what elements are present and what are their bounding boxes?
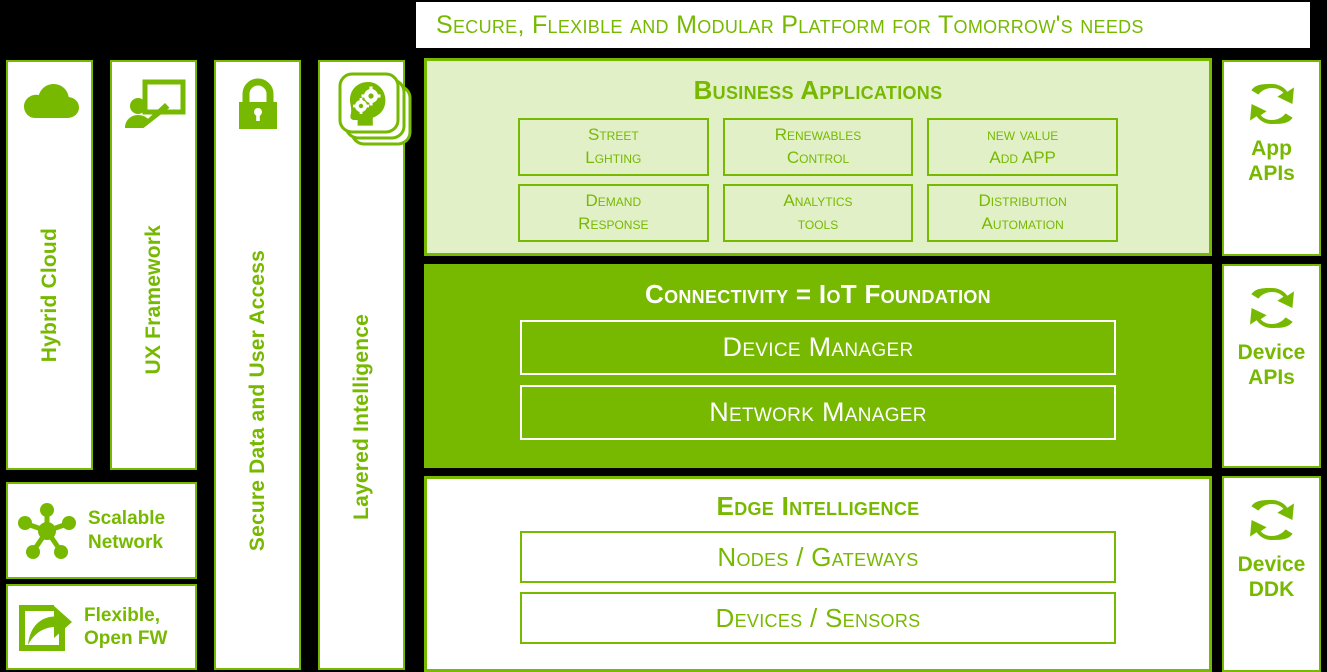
column-label-wrap: UX Framework xyxy=(112,132,195,468)
column-label-hybrid-cloud: Hybrid Cloud xyxy=(37,227,61,363)
business-application-tile-grid: Street Lghting Renewables Control new va… xyxy=(518,118,1118,242)
panel-label-device-apis: Device APIs xyxy=(1237,341,1306,389)
tile-devices-sensors[interactable]: Devices / Sensors xyxy=(520,592,1116,644)
app-tile-renewables-control[interactable]: Renewables Control xyxy=(722,118,914,176)
column-label-wrap: Hybrid Cloud xyxy=(8,122,91,468)
panel-device-ddk[interactable]: Device DDK xyxy=(1222,476,1321,672)
export-arrow-icon xyxy=(14,598,76,656)
sync-arrows-icon xyxy=(1242,78,1302,130)
panel-device-apis[interactable]: Device APIs xyxy=(1222,264,1321,468)
presentation-person-icon xyxy=(121,76,187,132)
column-label-secure-data: Secure Data and User Access xyxy=(245,250,269,552)
panel-label-device-ddk: Device DDK xyxy=(1237,553,1306,601)
page-title-bar: Secure, Flexible and Modular Platform fo… xyxy=(414,0,1312,50)
app-tile-street-lighting[interactable]: Street Lghting xyxy=(518,118,709,176)
padlock-icon xyxy=(233,76,283,134)
page-title: Secure, Flexible and Modular Platform fo… xyxy=(436,10,1144,39)
section-connectivity: Connectivity = IoT Foundation Device Man… xyxy=(424,264,1212,468)
column-hybrid-cloud[interactable]: Hybrid Cloud xyxy=(6,60,93,470)
sync-arrows-icon xyxy=(1242,494,1302,546)
card-label-flexible-open-fw: Flexible, Open FW xyxy=(84,604,168,649)
tile-nodes-gateways[interactable]: Nodes / Gateways xyxy=(520,531,1116,583)
heading-edge-intelligence: Edge Intelligence xyxy=(716,491,920,521)
column-label-wrap: Secure Data and User Access xyxy=(216,134,299,668)
heading-connectivity: Connectivity = IoT Foundation xyxy=(645,279,991,309)
card-scalable-network[interactable]: Scalable Network xyxy=(6,482,197,579)
column-label-layered-intelligence: Layered Intelligence xyxy=(349,314,373,520)
column-label-wrap: Layered Intelligence xyxy=(320,172,403,662)
panel-label-app-apis: App APIs xyxy=(1248,137,1295,185)
network-hub-icon xyxy=(14,498,80,564)
panel-app-apis[interactable]: App APIs xyxy=(1222,60,1321,256)
sync-arrows-icon xyxy=(1242,282,1302,334)
app-tile-demand-response[interactable]: Demand Response xyxy=(518,184,709,242)
tile-device-manager[interactable]: Device Manager xyxy=(520,320,1116,375)
diagram-canvas: Secure, Flexible and Modular Platform fo… xyxy=(0,0,1327,672)
column-secure-data-and-user-access[interactable]: Secure Data and User Access xyxy=(214,60,301,670)
app-tile-new-value-add-app[interactable]: new value Add APP xyxy=(927,118,1118,176)
heading-business-applications: Business Applications xyxy=(693,75,943,105)
section-business-applications: Business Applications Street Lghting Ren… xyxy=(424,58,1212,256)
tile-network-manager[interactable]: Network Manager xyxy=(520,385,1116,440)
app-tile-distribution-automation[interactable]: Distribution Automation xyxy=(927,184,1118,242)
column-ux-framework[interactable]: UX Framework xyxy=(110,60,197,470)
head-with-gears-stack-icon xyxy=(324,64,416,158)
app-tile-analytics-tools[interactable]: Analytics tools xyxy=(722,184,914,242)
card-label-scalable-network: Scalable Network xyxy=(88,508,166,553)
card-flexible-open-fw[interactable]: Flexible, Open FW xyxy=(6,584,197,670)
cloud-icon xyxy=(19,76,81,122)
section-edge-intelligence: Edge Intelligence Nodes / Gateways Devic… xyxy=(424,476,1212,672)
column-label-ux-framework: UX Framework xyxy=(141,225,165,375)
